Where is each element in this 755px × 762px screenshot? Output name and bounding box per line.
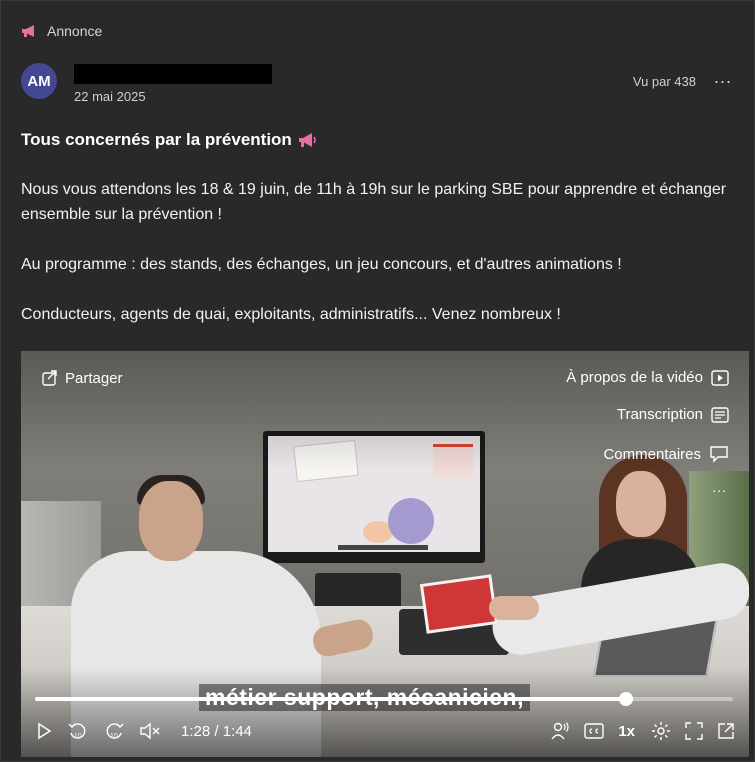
post-body: Nous vous attendons les 18 & 19 juin, de…	[21, 177, 741, 327]
about-video-button[interactable]: À propos de la vidéo	[566, 369, 729, 386]
transcript-label: Transcription	[616, 406, 703, 423]
settings-icon	[652, 722, 670, 740]
post-paragraph: Au programme : des stands, des échanges,…	[21, 256, 622, 273]
post-paragraph: Conducteurs, agents de quai, exploitants…	[21, 306, 561, 323]
tv-stand	[315, 573, 401, 609]
transcript-button[interactable]: Transcription	[617, 406, 729, 423]
video-flyer	[419, 574, 499, 634]
replay-10-icon: 10	[68, 723, 86, 740]
forward-seconds: 10	[110, 733, 118, 740]
audio-description-button[interactable]	[550, 721, 570, 741]
view-count[interactable]: Vu par 438	[633, 74, 696, 89]
tv-taskbar	[338, 545, 428, 550]
popout-icon	[718, 723, 734, 739]
comments-label: Commentaires	[603, 445, 701, 463]
post-date: 22 mai 2025	[74, 89, 146, 104]
announcement-post: Annonce AM 22 mai 2025 Vu par 438 ... To…	[0, 0, 755, 762]
transcript-icon	[711, 406, 729, 423]
progress-fill	[35, 697, 626, 701]
forward-10-icon: 10	[106, 723, 124, 740]
forward-10-button[interactable]: 10	[103, 721, 125, 741]
video-player[interactable]: Partager À propos de la vidéo Transcript…	[21, 351, 749, 757]
progress-handle[interactable]	[618, 692, 633, 706]
avatar[interactable]: AM	[21, 63, 57, 99]
comment-icon	[709, 445, 729, 463]
video-controls: 10 10 1:28 / 1:44 1x	[35, 718, 735, 744]
settings-button[interactable]	[651, 721, 671, 741]
fullscreen-button[interactable]	[685, 722, 703, 740]
author-name-redacted	[74, 64, 272, 84]
announcement-label: Annonce	[21, 23, 102, 39]
play-icon	[711, 369, 729, 386]
about-video-label: À propos de la vidéo	[566, 369, 703, 386]
fullscreen-icon	[685, 722, 703, 740]
time-display: 1:28 / 1:44	[181, 722, 252, 740]
post-paragraph: Nous vous attendons les 18 & 19 juin, de…	[21, 181, 727, 223]
replay-10-button[interactable]: 10	[67, 721, 89, 741]
mute-button[interactable]	[139, 722, 161, 740]
closed-captions-icon	[584, 723, 605, 739]
audio-description-icon	[551, 722, 569, 740]
announcement-text: Annonce	[47, 23, 103, 39]
comments-button[interactable]: Commentaires	[603, 445, 729, 463]
megaphone-icon	[298, 132, 318, 148]
popout-button[interactable]	[717, 722, 735, 740]
share-button[interactable]: Partager	[41, 369, 123, 387]
megaphone-icon	[21, 24, 39, 38]
share-label: Partager	[65, 369, 123, 387]
more-options-button[interactable]: ...	[714, 67, 732, 88]
replay-seconds: 10	[74, 733, 82, 740]
tv-shape	[388, 498, 434, 544]
post-title-text: Tous concernés par la prévention	[21, 130, 292, 149]
play-icon	[38, 722, 52, 740]
progress-bar[interactable]	[35, 692, 733, 706]
volume-mute-icon	[140, 722, 160, 740]
video-more-button[interactable]: ...	[712, 479, 727, 495]
play-button[interactable]	[35, 722, 53, 740]
share-icon	[41, 369, 59, 387]
captions-button[interactable]	[584, 723, 605, 739]
person-hand	[489, 596, 539, 620]
post-title: Tous concernés par la prévention	[21, 130, 318, 150]
person-face	[139, 481, 203, 561]
playback-rate-button[interactable]: 1x	[618, 723, 635, 740]
person-face	[616, 471, 666, 537]
